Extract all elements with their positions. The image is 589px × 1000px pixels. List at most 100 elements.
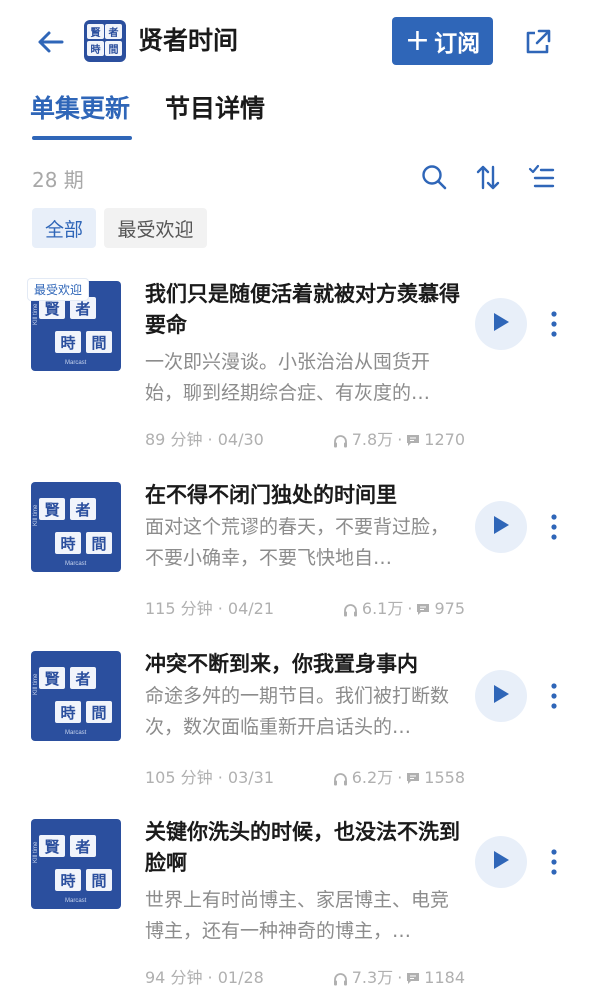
tab-bar: 单集更新 节目详情 [0, 84, 589, 148]
logo-brand-text: Marcast [65, 898, 87, 904]
play-count: 6.1万 [361, 599, 404, 618]
comment-count: 975 [434, 599, 465, 618]
logo-side-text: KIll time [33, 303, 39, 325]
logo-char: 者 [105, 24, 122, 39]
tab-details[interactable]: 节目详情 [165, 92, 265, 126]
episode-title[interactable]: 冲突不断到来，你我置身事内 [145, 649, 465, 680]
filter-list-icon[interactable] [524, 160, 558, 194]
more-options-icon[interactable] [544, 676, 564, 716]
logo-brand-text: Marcast [65, 561, 87, 567]
back-arrow-icon[interactable] [30, 22, 70, 62]
comment-icon [406, 767, 420, 789]
episode-stats: 6.2万 · 1558 [333, 767, 465, 789]
comment-count: 1558 [424, 768, 465, 787]
logo-char: 者 [70, 835, 96, 857]
logo-char: 時 [55, 869, 81, 891]
separator-dot: · [407, 599, 413, 618]
logo-char: 賢 [39, 498, 65, 520]
headphones-icon [343, 598, 358, 620]
separator-dot: · [397, 968, 403, 987]
episode-stats: 7.8万 · 1270 [333, 429, 465, 451]
logo-char: 時 [55, 331, 81, 353]
logo-brand-text: Marcast [65, 360, 87, 366]
comment-icon [416, 598, 430, 620]
more-options-icon[interactable] [544, 842, 564, 882]
episode-item[interactable]: 最受欢迎 賢 者 時 間 KIll time Marcast 我们只是随便活着就… [0, 279, 589, 451]
separator-dot: · [397, 430, 403, 449]
logo-char: 者 [70, 498, 96, 520]
episode-title[interactable]: 我们只是随便活着就被对方羡慕得要命 [145, 279, 465, 341]
headphones-icon [333, 429, 348, 451]
more-options-icon[interactable] [544, 304, 564, 344]
logo-char: 間 [86, 532, 112, 554]
episode-description: 世界上有时尚博主、家居博主、电竞博主，还有一种神奇的博主，… [145, 889, 450, 942]
logo-char: 者 [70, 667, 96, 689]
headphones-icon [333, 767, 348, 789]
play-button[interactable] [475, 670, 527, 722]
comment-icon [406, 967, 420, 989]
subscribe-label: 订阅 [434, 31, 481, 57]
episode-description: 面对这个荒谬的春天，不要背过脸，不要小确幸，不要飞快地自… [145, 516, 450, 569]
logo-side-text: KIll time [33, 673, 39, 695]
play-icon [491, 683, 511, 709]
episode-meta: 115 分钟 · 04/21 6.1万 · 975 [145, 598, 465, 620]
play-icon [491, 849, 511, 875]
popular-badge: 最受欢迎 [28, 279, 89, 300]
logo-char: 者 [70, 297, 96, 319]
play-count: 7.3万 [351, 968, 394, 987]
comment-count: 1184 [424, 968, 465, 987]
logo-char: 賢 [39, 297, 65, 319]
top-bar: 賢 者 時 間 贤者时间 + 订阅 [0, 0, 589, 84]
filter-chips: 全部 最受欢迎 [0, 208, 589, 250]
search-icon[interactable] [417, 160, 451, 194]
episode-meta: 105 分钟 · 03/31 6.2万 · 1558 [145, 767, 465, 789]
tab-episodes[interactable]: 单集更新 [30, 92, 130, 126]
play-button[interactable] [475, 836, 527, 888]
episode-title[interactable]: 关键你洗头的时候，也没法不洗到脸啊 [145, 817, 465, 879]
episode-item[interactable]: 賢 者 時 間 KIll time Marcast 关键你洗头的时候，也没法不洗… [0, 819, 589, 989]
filter-all-chip[interactable]: 全部 [32, 208, 96, 248]
logo-brand-text: Marcast [65, 730, 87, 736]
logo-char: 間 [86, 331, 112, 353]
episode-cover: 賢 者 時 間 KIll time Marcast [31, 482, 121, 572]
episode-cover: 賢 者 時 間 KIll time Marcast [31, 819, 121, 909]
logo-side-text: KIll time [33, 841, 39, 863]
logo-side-text: KIll time [33, 504, 39, 526]
episode-item[interactable]: 賢 者 時 間 KIll time Marcast 冲突不断到来，你我置身事内 … [0, 651, 589, 821]
logo-char: 賢 [39, 667, 65, 689]
logo-char: 賢 [87, 24, 104, 39]
play-count: 7.8万 [351, 430, 394, 449]
episode-item[interactable]: 賢 者 時 間 KIll time Marcast 在不得不闭门独处的时间里 面… [0, 482, 589, 652]
episode-cover: 賢 者 時 間 KIll time Marcast [31, 651, 121, 741]
episode-count: 28 期 [32, 168, 84, 192]
show-title: 贤者时间 [138, 26, 239, 55]
episode-meta: 94 分钟 · 01/28 7.3万 · 1184 [145, 967, 465, 989]
episode-description: 一次即兴漫谈。小张治治从囤货开始，聊到经期综合症、有灰度的… [145, 351, 431, 404]
episode-duration-date: 94 分钟 · 01/28 [145, 968, 264, 987]
logo-char: 賢 [39, 835, 65, 857]
play-button[interactable] [475, 501, 527, 553]
more-options-icon[interactable] [544, 507, 564, 547]
play-count: 6.2万 [351, 768, 394, 787]
episode-duration-date: 105 分钟 · 03/31 [145, 768, 274, 787]
logo-char: 間 [86, 701, 112, 723]
episode-stats: 7.3万 · 1184 [333, 967, 465, 989]
sort-icon[interactable] [471, 160, 505, 194]
logo-char: 間 [86, 869, 112, 891]
logo-char: 間 [105, 41, 122, 56]
separator-dot: · [397, 768, 403, 787]
subscribe-button[interactable]: + 订阅 [392, 17, 493, 65]
active-tab-indicator [32, 136, 132, 140]
episode-title[interactable]: 在不得不闭门独处的时间里 [145, 480, 465, 511]
plus-icon: + [404, 23, 431, 58]
headphones-icon [333, 967, 348, 989]
share-external-icon[interactable] [518, 22, 558, 62]
filter-popular-chip[interactable]: 最受欢迎 [104, 208, 207, 248]
play-button[interactable] [475, 298, 527, 350]
show-logo: 賢 者 時 間 [84, 20, 126, 62]
episode-description: 命途多舛的一期节目。我们被打断数次，数次面临重新开启话头的… [145, 685, 450, 738]
logo-char: 時 [55, 532, 81, 554]
logo-char: 時 [87, 41, 104, 56]
episode-duration-date: 89 分钟 · 04/30 [145, 430, 264, 449]
comment-count: 1270 [424, 430, 465, 449]
